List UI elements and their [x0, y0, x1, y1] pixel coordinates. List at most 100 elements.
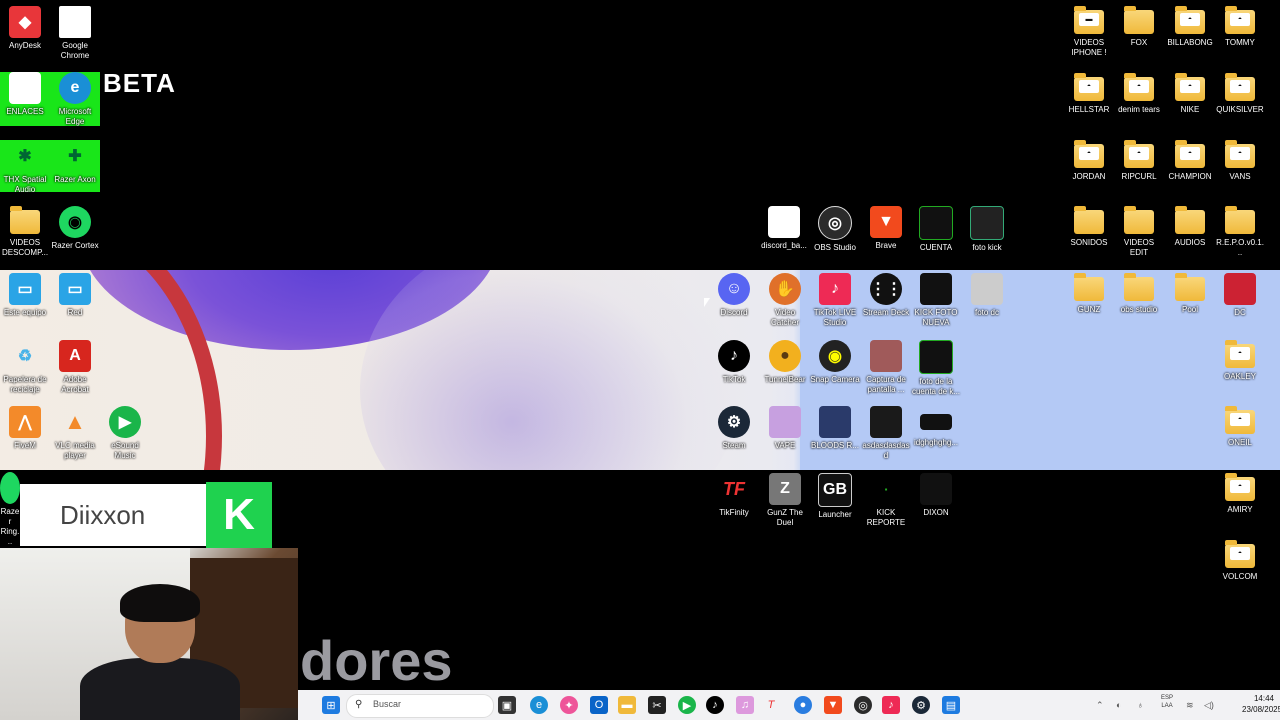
desktop-icon-tikfinity[interactable]: TF TikFinity: [709, 473, 759, 518]
desktop-folder-tommy[interactable]: ◓ TOMMY: [1215, 6, 1265, 48]
music-icon[interactable]: ♫: [736, 696, 754, 714]
desktop-icon-video-catcher[interactable]: ✋ Video Catcher: [760, 273, 810, 328]
desktop-icon-anydesk[interactable]: ◆ AnyDesk: [0, 6, 50, 51]
desktop-folder-dc[interactable]: DC: [1215, 273, 1265, 318]
copilot-icon[interactable]: ✦: [560, 696, 578, 714]
desktop-icon-launcher[interactable]: GB Launcher: [810, 473, 860, 520]
desktop-folder-billabong[interactable]: ◓ BILLABONG: [1165, 6, 1215, 48]
desktop-icon-tunnelbear[interactable]: ● TunnelBear: [760, 340, 810, 385]
desktop-folder-ripcurl[interactable]: ◓ RIPCURL: [1114, 140, 1164, 182]
tiktok-live-taskbar-icon[interactable]: ♪: [882, 696, 900, 714]
file-icon: [9, 72, 41, 104]
desktop-icon-tiktok[interactable]: ♪ TikTok: [709, 340, 759, 385]
desktop-folder-obs-studio[interactable]: obs studio: [1114, 273, 1164, 315]
brave-taskbar-icon[interactable]: ▼: [824, 696, 842, 714]
desktop-icon-asdas[interactable]: asdasdasdasd: [861, 406, 911, 461]
desktop-icon-kick-foto[interactable]: KICK FOTO NUEVA: [911, 273, 961, 328]
desktop-folder-pool[interactable]: Pool: [1165, 273, 1215, 315]
desktop-folder-vans[interactable]: ◓ VANS: [1215, 140, 1265, 182]
desktop-folder-fox[interactable]: FOX: [1114, 6, 1164, 48]
desktop-icon-foto-cuenta[interactable]: foto de la cuenta de k...: [911, 340, 961, 397]
desktop-icon-gunz[interactable]: Z GunZ The Duel: [760, 473, 810, 528]
desktop-folder-oneil[interactable]: ◓ ONEIL: [1215, 406, 1265, 448]
desktop-folder-jordan[interactable]: ◓ JORDAN: [1064, 140, 1114, 182]
desktop-icon-razer-ring[interactable]: Razer Ring...: [0, 472, 20, 547]
volume-icon[interactable]: ◁): [1204, 700, 1214, 711]
desktop-icon-brave[interactable]: ▼ Brave: [861, 206, 911, 251]
chrome-taskbar-icon[interactable]: ●: [794, 696, 812, 714]
tiktok-taskbar-icon[interactable]: ♪: [706, 696, 724, 714]
desktop-icon-snap-camera[interactable]: ◉ Snap Camera: [810, 340, 860, 385]
play-icon: ▶: [109, 406, 141, 438]
desktop-folder-sonidos[interactable]: SONIDOS: [1064, 206, 1114, 248]
desktop-folder-oakley[interactable]: ◓ OAKLEY: [1215, 340, 1265, 382]
desktop-folder-volcom[interactable]: ◓ VOLCOM: [1215, 540, 1265, 582]
desktop-icon-cuenta[interactable]: CUENTA: [911, 206, 961, 253]
desktop-icon-acrobat[interactable]: A Adobe Acrobat: [50, 340, 100, 395]
desktop-folder-champion[interactable]: ◓ CHAMPION: [1165, 140, 1215, 182]
desktop-folder-hellstar[interactable]: ◓ HELLSTAR: [1064, 73, 1114, 115]
edge-taskbar-icon[interactable]: e: [530, 696, 548, 714]
esound-taskbar-icon[interactable]: ▶: [678, 696, 696, 714]
desktop-folder-videos-iphone[interactable]: ▬ VIDEOS IPHONE !: [1064, 6, 1114, 58]
desktop-icon-enlaces[interactable]: ENLACES: [0, 72, 50, 126]
outlook-icon[interactable]: O: [590, 696, 608, 714]
image-file-icon: [920, 473, 952, 505]
desktop-icon-papelera[interactable]: ♻ Papelera de reciclaje: [0, 340, 50, 395]
wifi-icon[interactable]: ≋: [1186, 700, 1194, 711]
desktop-folder-amiry[interactable]: ◓ AMIRY: [1215, 473, 1265, 515]
desktop-icon-idg[interactable]: idghghghg...: [911, 406, 961, 448]
desktop-folder-gunz[interactable]: GUNZ: [1064, 273, 1114, 315]
image-file-icon: [1224, 273, 1256, 305]
desktop-icon-red[interactable]: ▭ Red: [50, 273, 100, 318]
language-indicator[interactable]: ESP LAA: [1158, 694, 1176, 710]
desktop-icon-stream-deck[interactable]: ⋮⋮ Stream Deck: [861, 273, 911, 318]
desktop-icon-esound[interactable]: ▶ eSound Music: [100, 406, 150, 461]
desktop-icon-fivem[interactable]: ⋀ FiveM: [0, 406, 50, 451]
desktop-icon-este-equipo[interactable]: ▭ Este equipo: [0, 273, 50, 318]
desktop-folder-videos-edit[interactable]: VIDEOS EDIT: [1114, 206, 1164, 258]
desktop-icon-kick-reporte[interactable]: ▪ KICK REPORTE: [861, 473, 911, 528]
desktop-folder-nike[interactable]: ◓ NIKE: [1165, 73, 1215, 115]
desktop-icon-foto-kick[interactable]: foto kick: [962, 206, 1012, 253]
razer-cortex-icon: ◉: [59, 206, 91, 238]
desktop-icon-vape[interactable]: VAPE: [760, 406, 810, 451]
file-explorer-icon[interactable]: ▬: [618, 696, 636, 714]
desktop-icon-discord[interactable]: ☺ Discord: [709, 273, 759, 318]
clock[interactable]: 14:44 23/08/2025: [1242, 693, 1280, 715]
obs-taskbar-icon[interactable]: ◎: [854, 696, 872, 714]
desktop-icon-bloods[interactable]: BLOODS R...: [810, 406, 860, 451]
desktop-folder-quiksilver[interactable]: ◓ QUIKSILVER: [1215, 73, 1265, 115]
chevron-up-icon[interactable]: ⌃: [1096, 700, 1104, 711]
desktop-icon-foto-dc[interactable]: foto dc: [962, 273, 1012, 318]
desktop-icon-captura[interactable]: Captura de pantalla ...: [861, 340, 911, 395]
desktop-icon-discord-file[interactable]: discord_ba...: [759, 206, 809, 251]
taskbar-search[interactable]: ⚲ Buscar: [346, 694, 494, 718]
desktop-icon-thx[interactable]: ✱ THX Spatial Audio: [0, 140, 50, 194]
notepad-icon[interactable]: ▤: [942, 696, 960, 714]
desktop-folder-repo[interactable]: R.E.P.O.v0.1...: [1215, 206, 1265, 258]
image-file-icon: ▪: [870, 473, 902, 505]
desktop-icon-obs[interactable]: ◎ OBS Studio: [810, 206, 860, 253]
desktop-folder-denim-tears[interactable]: ◓ denim tears: [1114, 73, 1164, 115]
anydesk-icon: ◆: [9, 6, 41, 38]
capcut-icon[interactable]: ✂: [648, 696, 666, 714]
discord-icon: ☺: [718, 273, 750, 305]
desktop-icon-vlc[interactable]: ▲ VLC media player: [50, 406, 100, 461]
desktop-icon-chrome[interactable]: Google Chrome: [50, 6, 100, 61]
steam-taskbar-icon[interactable]: ⚙: [912, 696, 930, 714]
desktop-icon-edge[interactable]: e Microsoft Edge: [50, 72, 100, 126]
desktop-icon-dixon[interactable]: DIXON: [911, 473, 961, 518]
desktop-folder-audios[interactable]: AUDIOS: [1165, 206, 1215, 248]
folder-icon: ◓: [1225, 140, 1255, 168]
tray-app-icon[interactable]: ◐: [1116, 700, 1121, 710]
task-view-icon[interactable]: ▣: [498, 696, 516, 714]
tikfinity-taskbar-icon[interactable]: T: [762, 696, 780, 714]
desktop-icon-steam[interactable]: ⚙ Steam: [709, 406, 759, 451]
desktop-icon-razer-cortex[interactable]: ◉ Razer Cortex: [50, 206, 100, 251]
microphone-icon[interactable]: ♁: [1137, 700, 1144, 710]
desktop-icon-razer-axon[interactable]: ✚ Razer Axon: [50, 140, 100, 192]
desktop-icon-videos-descomp[interactable]: VIDEOS DESCOMP...: [0, 206, 50, 258]
desktop-icon-tiktok-live[interactable]: ♪ TikTok LIVE Studio: [810, 273, 860, 328]
start-windows-icon[interactable]: ⊞: [322, 696, 340, 714]
